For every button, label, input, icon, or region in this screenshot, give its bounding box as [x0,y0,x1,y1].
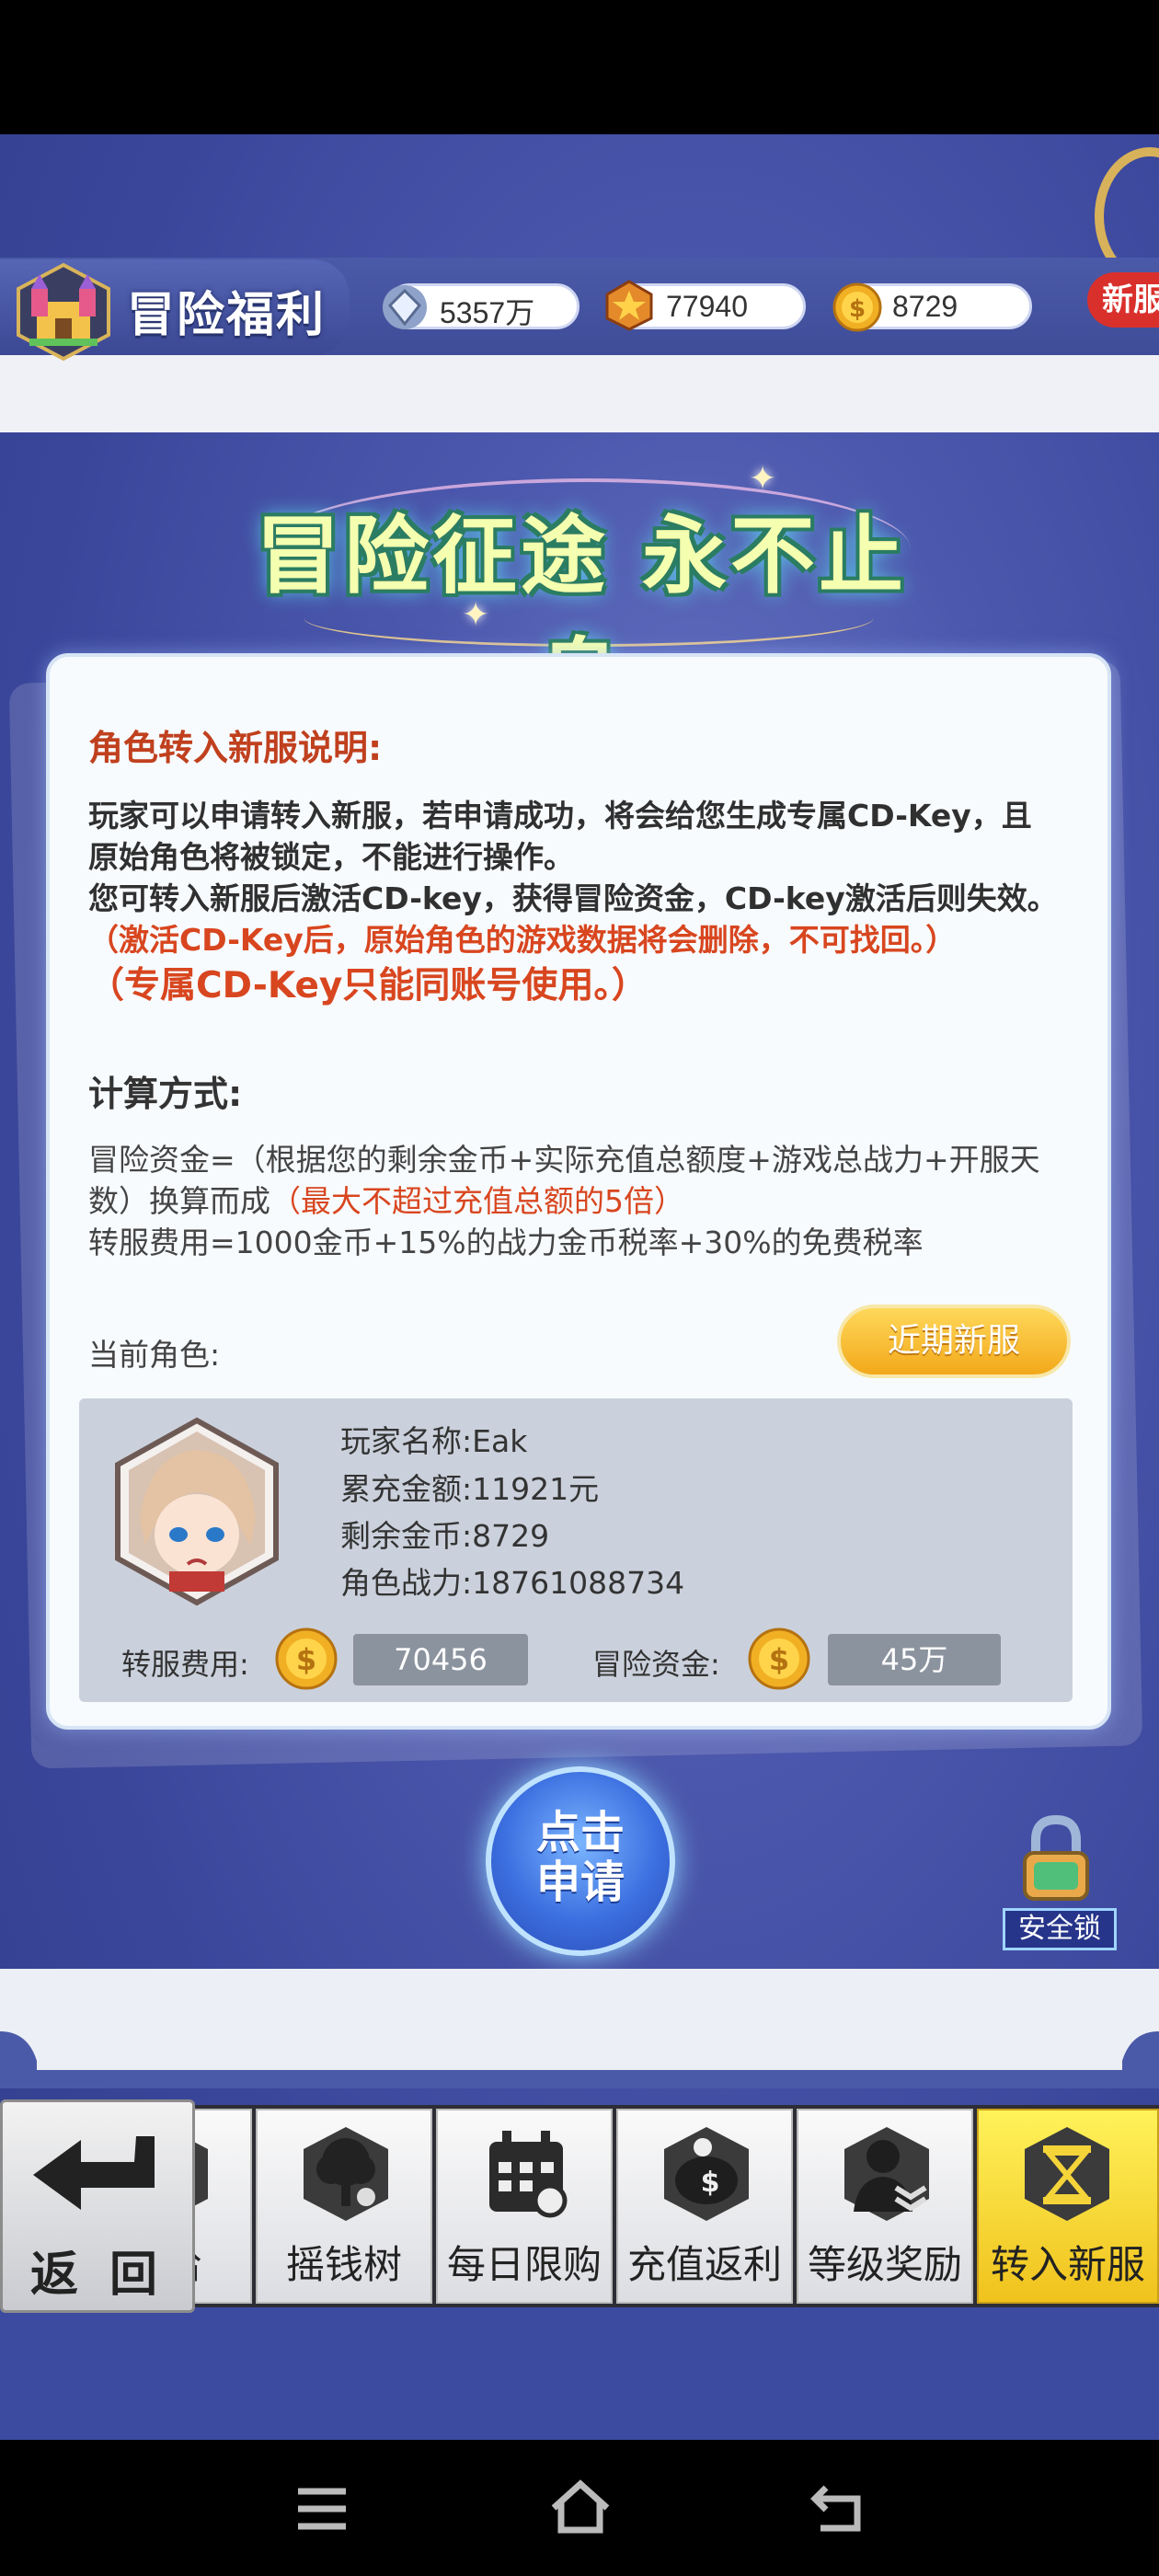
tab-money-tree[interactable]: 摇钱树 [256,2109,432,2304]
calc-line: 冒险资金=（根据您的剩余金币+实际充值总额度+游戏总战力+开服天 [88,1142,1040,1178]
paragraph-line: 您可转入新服后激活CD-key，获得冒险资金，CD-key激活后则失效。 [88,880,1058,916]
tab-label: 等级奖励 [807,2242,962,2287]
total-recharge: 累充金额:11921元 [340,1471,600,1507]
frame-bracket [0,2031,1159,2088]
diamond-value: 5357万 [440,296,535,329]
player-name: 玩家名称:Eak [340,1423,528,1459]
gold-coin-icon: $ [832,282,882,332]
recent-servers-button[interactable]: 近期新服 [837,1305,1071,1378]
lock-icon[interactable] [1017,1814,1095,1903]
remaining-gold: 剩余金币:8729 [340,1518,550,1554]
calc-line: 数）换算而成（最大不超过充值总额的5倍） [88,1180,684,1222]
calendar-icon [489,2131,568,2218]
transfer-fee-label: 转服费用: [121,1647,249,1682]
page-title: 冒险福利 [127,288,327,343]
new-server-badge[interactable]: 新服 [1087,272,1159,328]
adventure-fund-label: 冒险资金: [592,1647,720,1682]
back-button-label[interactable]: 返 回 [0,2236,195,2305]
paragraph-line: 玩家可以申请转入新服，若申请成功，将会给您生成专属CD-Key，且 [88,798,1032,834]
tab-daily-limited[interactable]: 每日限购 [436,2109,613,2304]
paragraph-line: 原始角色将被锁定，不能进行操作。 [88,839,574,875]
security-lock-button[interactable]: 安全锁 [1003,1908,1117,1950]
apply-button-label[interactable]: 点击 申请 [486,1808,675,1907]
banner-slogan: 冒险征途 永不止息 [255,507,908,728]
castle-icon [17,262,110,362]
adventure-fund-value: 45万 [828,1634,1001,1685]
calc-line: 转服费用=1000金币+15%的战力金币税率+30%的免费税率 [88,1225,924,1260]
status-bar [0,0,1159,134]
tab-level-rewards[interactable]: 等级奖励 [797,2109,973,2304]
diamond-icon [383,285,427,329]
current-role-label: 当前角色: [88,1337,221,1373]
sparkle-icon: ✦ [749,460,777,498]
sparkle-icon: ✦ [462,596,490,634]
tab-label: 转入新服 [990,2242,1145,2287]
svg-text:$: $ [849,295,866,323]
hourglass-icon [1025,2127,1109,2221]
tab-transfer-new-server[interactable]: 转入新服 [977,2109,1159,2304]
transfer-fee-value: 70456 [353,1634,528,1685]
back-nav-icon[interactable] [808,2480,868,2536]
medal-icon [605,280,653,331]
money-tree-icon [304,2127,388,2221]
tab-label: 摇钱树 [285,2242,402,2287]
apply-line: 点击 [535,1807,625,1858]
calc-heading: 计算方式: [88,1074,243,1114]
warning-text: （激活CD-Key后，原始角色的游戏数据将会删除，不可找回。） [88,922,957,958]
svg-text:$: $ [296,1642,316,1677]
piggy-bank-icon: $ [664,2127,749,2221]
home-icon[interactable] [548,2478,613,2536]
calc-limit-text: （最大不超过充值总额的5倍） [270,1183,684,1219]
avatar [115,1417,279,1606]
background-lower [0,2307,1159,2440]
character-power: 角色战力:18761088734 [340,1565,685,1601]
medal-value: 77940 [666,290,748,323]
svg-text:$: $ [701,2167,720,2199]
tab-recharge-rebate[interactable]: $ 充值返利 [616,2109,793,2304]
calc-line-text: 数）换算而成 [88,1183,270,1219]
back-arrow-icon[interactable] [26,2123,169,2212]
gold-value: 8729 [892,290,958,323]
svg-text:$: $ [769,1642,789,1677]
gold-coin-icon: $ [748,1627,810,1690]
gold-coin-icon: $ [275,1627,338,1690]
tab-label: 每日限购 [446,2242,602,2287]
rank-icon [844,2127,929,2221]
transfer-heading: 角色转入新服说明: [88,728,383,768]
warning-text: （专属CD-Key只能同账号使用。） [88,965,648,1006]
header-strip [0,355,1159,432]
apply-line: 申请 [535,1857,625,1908]
menu-icon[interactable] [293,2484,351,2534]
tab-label: 充值返利 [626,2242,782,2287]
